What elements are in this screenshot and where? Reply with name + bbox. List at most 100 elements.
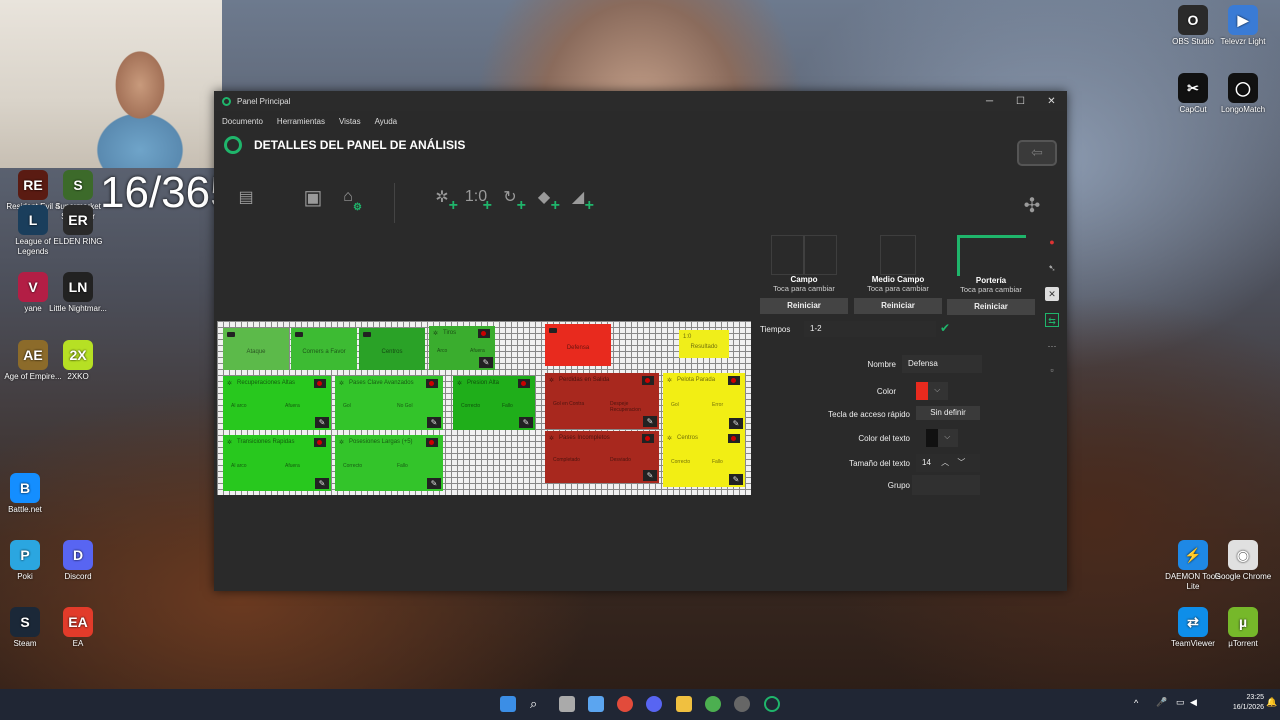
add-card-button[interactable]: ◢ +: [564, 183, 594, 214]
subcategory-label[interactable]: Gol: [343, 403, 351, 409]
tiempos-input[interactable]: 1-2: [804, 321, 936, 337]
field-layout-icon[interactable]: ✣: [1018, 191, 1046, 219]
longomatch-taskbar-icon[interactable]: [764, 696, 780, 712]
layers-icon[interactable]: ▫: [1045, 363, 1059, 377]
record-icon[interactable]: [314, 438, 326, 447]
field-card-medio-campo[interactable]: Medio Campo Toca para cambiar Reiniciar: [854, 231, 942, 314]
desktop-left-icon-7[interactable]: 2X 2XKO: [48, 340, 108, 382]
desktop-right-icon-7[interactable]: µ µTorrent: [1213, 607, 1273, 649]
grid-icon[interactable]: ⋯: [1045, 339, 1059, 353]
desktop-left-icon-8[interactable]: B Battle.net: [0, 473, 55, 515]
menu-herramientas[interactable]: Herramientas: [277, 117, 325, 126]
dashboard-button-2[interactable]: Centros: [359, 328, 425, 370]
mic-icon[interactable]: 🎤: [1156, 697, 1167, 708]
back-button[interactable]: ⇦: [1017, 140, 1057, 166]
dashboard-button-3[interactable]: ✲ Tiros Arco Afuera ✎: [429, 326, 495, 370]
add-timer-button[interactable]: ↻ +: [496, 183, 526, 214]
record-icon[interactable]: [426, 379, 438, 388]
edit-icon[interactable]: ✎: [729, 418, 743, 429]
dashboard-button-6[interactable]: ✲ Recuperaciones Altas Al arco Afuera ✎: [223, 376, 331, 430]
task-view-icon[interactable]: [559, 696, 575, 712]
record-icon[interactable]: [478, 329, 490, 338]
subcategory-label[interactable]: Fallo: [502, 403, 513, 409]
desktop-left-icon-3[interactable]: ER ELDEN RING: [48, 205, 108, 247]
chevron-up-icon[interactable]: ︿: [941, 458, 949, 467]
edit-icon[interactable]: ✎: [427, 417, 441, 428]
record-icon[interactable]: [518, 379, 530, 388]
dashboard-button-0[interactable]: Ataque: [223, 328, 289, 370]
record-icon[interactable]: [728, 376, 740, 385]
add-category-button[interactable]: ✲ +: [428, 183, 458, 214]
reset-porteria-button[interactable]: Reiniciar: [947, 299, 1035, 315]
edit-icon[interactable]: ✎: [643, 470, 657, 481]
obs-taskbar-icon[interactable]: [734, 696, 750, 712]
add-tag-button[interactable]: ◆ +: [530, 183, 560, 214]
desktop-right-icon-3[interactable]: ◯ LongoMatch: [1213, 73, 1273, 115]
record-icon[interactable]: ●: [1045, 235, 1059, 249]
dashboard-button-9[interactable]: ✲ Perdidas en Salida Gol en Contra Despeje …: [545, 373, 659, 429]
edit-icon[interactable]: ✎: [427, 478, 441, 489]
start-icon[interactable]: [500, 696, 516, 712]
subcategory-label[interactable]: Gol: [671, 402, 679, 408]
subcategory-label[interactable]: Afuera: [285, 463, 300, 469]
subcategory-label[interactable]: Al arco: [231, 403, 247, 409]
dashboard-button-11[interactable]: ✲ Transiciones Rapidas Al arco Afuera ✎: [223, 435, 331, 491]
analysis-view-icon[interactable]: ▤: [232, 183, 260, 211]
subcategory-label[interactable]: Despeje Recuperacion: [610, 401, 659, 413]
dashboard-button-5[interactable]: 1:0 Resultado: [679, 330, 729, 358]
subcategory-label[interactable]: Error: [712, 402, 723, 408]
subcategory-label[interactable]: Correcto: [461, 403, 480, 409]
minimize-icon[interactable]: ─: [974, 96, 1005, 107]
confirm-check-icon[interactable]: ✔: [940, 321, 950, 335]
subcategory-label[interactable]: Al arco: [231, 463, 247, 469]
edit-icon[interactable]: ✎: [729, 474, 743, 485]
desktop-left-icon-5[interactable]: LN Little Nightmar...: [48, 272, 108, 314]
text-size-stepper[interactable]: 14 ︿ ﹀: [916, 454, 980, 472]
dashboard-button-12[interactable]: ✲ Posesiones Largas (+5) Correcto Fallo ✎: [335, 435, 443, 491]
desktop-left-icon-11[interactable]: S Steam: [0, 607, 55, 649]
record-icon[interactable]: [728, 434, 740, 443]
dashboard-button-13[interactable]: ✲ Pases Incompletos Completado Desviado ✎: [545, 431, 659, 483]
dashboard-button-8[interactable]: ✲ Presion Alta Correcto Fallo ✎: [453, 376, 535, 430]
text-color-picker[interactable]: ⌵: [926, 429, 958, 447]
dashboard-button-4[interactable]: Defensa: [545, 324, 611, 366]
clock-date[interactable]: 16/1/2026: [1214, 704, 1264, 711]
dashboard-button-1[interactable]: Corners a Favor: [291, 328, 357, 370]
nombre-input[interactable]: Defensa: [902, 355, 982, 373]
dashboard-canvas[interactable]: Ataque Corners a Favor Centros ✲ Tiros Arco Af…: [217, 321, 751, 495]
clock-time[interactable]: 23:25: [1220, 694, 1264, 701]
field-card-porteria[interactable]: Portería Toca para cambiar Reiniciar: [947, 231, 1035, 315]
chrome-alt-taskbar-icon[interactable]: [705, 696, 721, 712]
discord-taskbar-icon[interactable]: [646, 696, 662, 712]
dashboard-button-14[interactable]: ✲ Centros Correcto Fallo ✎: [663, 431, 745, 487]
save-icon[interactable]: ▣: [299, 183, 327, 211]
volume-icon[interactable]: ◀: [1190, 697, 1197, 708]
record-icon[interactable]: [314, 379, 326, 388]
field-card-campo[interactable]: Campo Toca para cambiar Reiniciar: [760, 231, 848, 314]
file-explorer-icon[interactable]: [676, 696, 692, 712]
subcategory-label[interactable]: Correcto: [671, 459, 690, 465]
desktop-left-icon-12[interactable]: EA EA: [48, 607, 108, 649]
edit-icon[interactable]: ✎: [479, 357, 493, 368]
group-input[interactable]: [912, 475, 980, 495]
desktop-right-icon-5[interactable]: ◉ Google Chrome: [1213, 540, 1273, 582]
dashboard-button-10[interactable]: ✲ Pelota Parada Gol Error ✎: [663, 373, 745, 431]
record-icon[interactable]: [426, 438, 438, 447]
edit-icon[interactable]: ✎: [519, 417, 533, 428]
edit-icon[interactable]: ✎: [315, 417, 329, 428]
pointer-icon[interactable]: ➷: [1045, 261, 1059, 275]
close-icon[interactable]: ✕: [1036, 96, 1067, 107]
menu-vistas[interactable]: Vistas: [339, 117, 361, 126]
delete-icon[interactable]: ✕: [1045, 287, 1059, 301]
subcategory-label[interactable]: No Gol: [397, 403, 413, 409]
edit-icon[interactable]: ✎: [315, 478, 329, 489]
color-picker[interactable]: ⌵: [916, 382, 948, 400]
network-icon[interactable]: ▭: [1176, 697, 1185, 708]
edit-icon[interactable]: ✎: [643, 416, 657, 427]
desktop-left-icon-9[interactable]: P Poki: [0, 540, 55, 582]
reset-medio-campo-button[interactable]: Reiniciar: [854, 298, 942, 314]
search-icon[interactable]: ⌕: [530, 696, 546, 712]
chrome-taskbar-icon[interactable]: [617, 696, 633, 712]
menu-documento[interactable]: Documento: [222, 117, 263, 126]
reset-campo-button[interactable]: Reiniciar: [760, 298, 848, 314]
